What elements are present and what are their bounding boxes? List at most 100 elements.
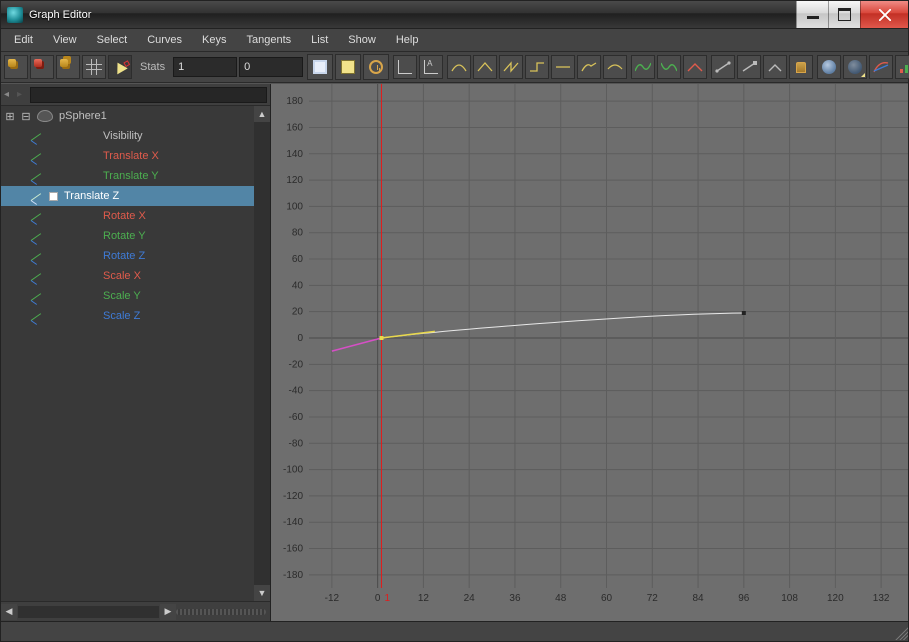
svg-text:12: 12: [418, 593, 430, 604]
outliner-nav-back-icon[interactable]: ◂: [4, 89, 14, 100]
channel-label: Translate X: [103, 150, 270, 162]
select-tool-button[interactable]: [108, 55, 132, 79]
svg-text:20: 20: [292, 307, 304, 318]
menu-edit[interactable]: Edit: [5, 31, 42, 49]
svg-text:108: 108: [781, 593, 798, 604]
svg-text:1: 1: [384, 593, 390, 604]
window-minimize-button[interactable]: [796, 1, 828, 28]
graph-view[interactable]: -180-160-140-120-100-80-60-40-2002040608…: [271, 84, 908, 621]
menu-tangents[interactable]: Tangents: [238, 31, 301, 49]
unisolate-curve-button[interactable]: [843, 55, 867, 79]
collapse-icon[interactable]: ⊟: [21, 110, 31, 123]
menu-list[interactable]: List: [302, 31, 337, 49]
tangent-fixed-button[interactable]: [577, 55, 601, 79]
channel-row-rotate-y[interactable]: Rotate Y: [1, 226, 270, 246]
time-snap-button[interactable]: [363, 54, 389, 80]
channel-label: Rotate Y: [103, 230, 270, 242]
svg-text:0: 0: [297, 333, 303, 344]
scroll-down-icon[interactable]: ▼: [254, 585, 270, 601]
tangent-flat-button[interactable]: [551, 55, 575, 79]
normalize-curves-button[interactable]: [335, 54, 361, 80]
svg-text:180: 180: [286, 96, 303, 107]
outliner-tree: ⊞ ⊟ pSphere1 Visibility Translate X Transl…: [1, 106, 270, 601]
outliner-panel: ◂ ▸ ⊞ ⊟ pSphere1 Visibility Translate X Tr…: [1, 84, 271, 621]
channel-row-rotate-x[interactable]: Rotate X: [1, 206, 270, 226]
outliner-search-input[interactable]: [30, 87, 267, 103]
menu-bar: EditViewSelectCurvesKeysTangentsListShow…: [1, 29, 908, 52]
channel-label: Scale Y: [103, 290, 270, 302]
outliner-nav-fwd-icon[interactable]: ▸: [17, 89, 27, 100]
graph-canvas[interactable]: -180-160-140-120-100-80-60-40-2002040608…: [271, 84, 908, 606]
menu-curves[interactable]: Curves: [138, 31, 191, 49]
svg-text:60: 60: [601, 593, 613, 604]
svg-text:60: 60: [292, 254, 304, 265]
channel-row-scale-x[interactable]: Scale X: [1, 266, 270, 286]
channel-row-translate-x[interactable]: Translate X: [1, 146, 270, 166]
menu-keys[interactable]: Keys: [193, 31, 235, 49]
window-resize-grip[interactable]: [892, 624, 908, 640]
channel-row-translate-y[interactable]: Translate Y: [1, 166, 270, 186]
svg-text:-80: -80: [289, 438, 304, 449]
channel-row-rotate-z[interactable]: Rotate Z: [1, 246, 270, 266]
channel-gizmo-icon: [31, 270, 43, 282]
window-close-button[interactable]: [860, 1, 908, 28]
tangent-stepped-button[interactable]: [525, 55, 549, 79]
unify-tangents-button[interactable]: [763, 55, 787, 79]
svg-text:100: 100: [286, 201, 303, 212]
tree-row-node[interactable]: ⊞ ⊟ pSphere1: [1, 106, 270, 126]
outliner-resize-grip[interactable]: [176, 609, 266, 615]
pre-infinity-cycle-button[interactable]: [631, 55, 655, 79]
center-view-button[interactable]: A: [419, 55, 443, 79]
menu-view[interactable]: View: [44, 31, 86, 49]
tangent-linear-button[interactable]: [473, 55, 497, 79]
menu-select[interactable]: Select: [88, 31, 137, 49]
scroll-right-icon[interactable]: ▶: [160, 604, 176, 620]
move-nearest-key-button[interactable]: [4, 55, 28, 79]
svg-text:120: 120: [286, 175, 303, 186]
channel-checkbox-icon: [49, 192, 58, 201]
buffer-curve-snapshot-button[interactable]: [869, 55, 893, 79]
channel-label: Rotate X: [103, 210, 270, 222]
tangent-plateau-button[interactable]: [603, 55, 627, 79]
add-keys-button[interactable]: [56, 55, 80, 79]
menu-help[interactable]: Help: [387, 31, 428, 49]
channel-row-scale-y[interactable]: Scale Y: [1, 286, 270, 306]
stats-frame-input[interactable]: [173, 57, 237, 77]
channel-row-visibility[interactable]: Visibility: [1, 126, 270, 146]
channel-gizmo-icon: [31, 210, 43, 222]
nurbs-sphere-icon: [37, 110, 53, 122]
scroll-left-icon[interactable]: ◀: [1, 604, 17, 620]
frame-all-button[interactable]: [307, 54, 333, 80]
tangent-spline-button[interactable]: [447, 55, 471, 79]
svg-text:120: 120: [827, 593, 844, 604]
channel-gizmo-icon: [31, 190, 43, 202]
status-bar: [1, 621, 908, 641]
channel-gizmo-icon: [31, 310, 43, 322]
stats-label: Stats: [134, 61, 171, 73]
swap-buffer-curve-button[interactable]: [895, 55, 909, 79]
outliner-hscrollbar[interactable]: [18, 606, 159, 618]
channel-row-scale-z[interactable]: Scale Z: [1, 306, 270, 326]
lock-tangent-button[interactable]: [789, 55, 813, 79]
window-maximize-button[interactable]: [828, 1, 860, 28]
stats-value-input[interactable]: [239, 57, 303, 77]
channel-row-translate-z[interactable]: Translate Z: [1, 186, 270, 206]
svg-text:0: 0: [375, 593, 381, 604]
break-tangents-button[interactable]: [683, 55, 707, 79]
lock-tangent-weight-button[interactable]: [737, 55, 761, 79]
menu-show[interactable]: Show: [339, 31, 385, 49]
post-infinity-cycle-button[interactable]: [657, 55, 681, 79]
channel-gizmo-icon: [31, 130, 43, 142]
svg-text:84: 84: [692, 593, 704, 604]
free-tangent-weight-button[interactable]: [711, 55, 735, 79]
tangent-clamped-button[interactable]: [499, 55, 523, 79]
insert-keys-button[interactable]: [30, 55, 54, 79]
frame-playback-range-button[interactable]: [393, 55, 417, 79]
expand-icon[interactable]: ⊞: [5, 110, 15, 123]
svg-text:40: 40: [292, 280, 304, 291]
outliner-vscrollbar[interactable]: ▲ ▼: [254, 106, 270, 601]
scroll-up-icon[interactable]: ▲: [254, 106, 270, 122]
channel-label: Scale X: [103, 270, 270, 282]
isolate-curve-button[interactable]: [817, 55, 841, 79]
lattice-deform-keys-button[interactable]: [82, 55, 106, 79]
